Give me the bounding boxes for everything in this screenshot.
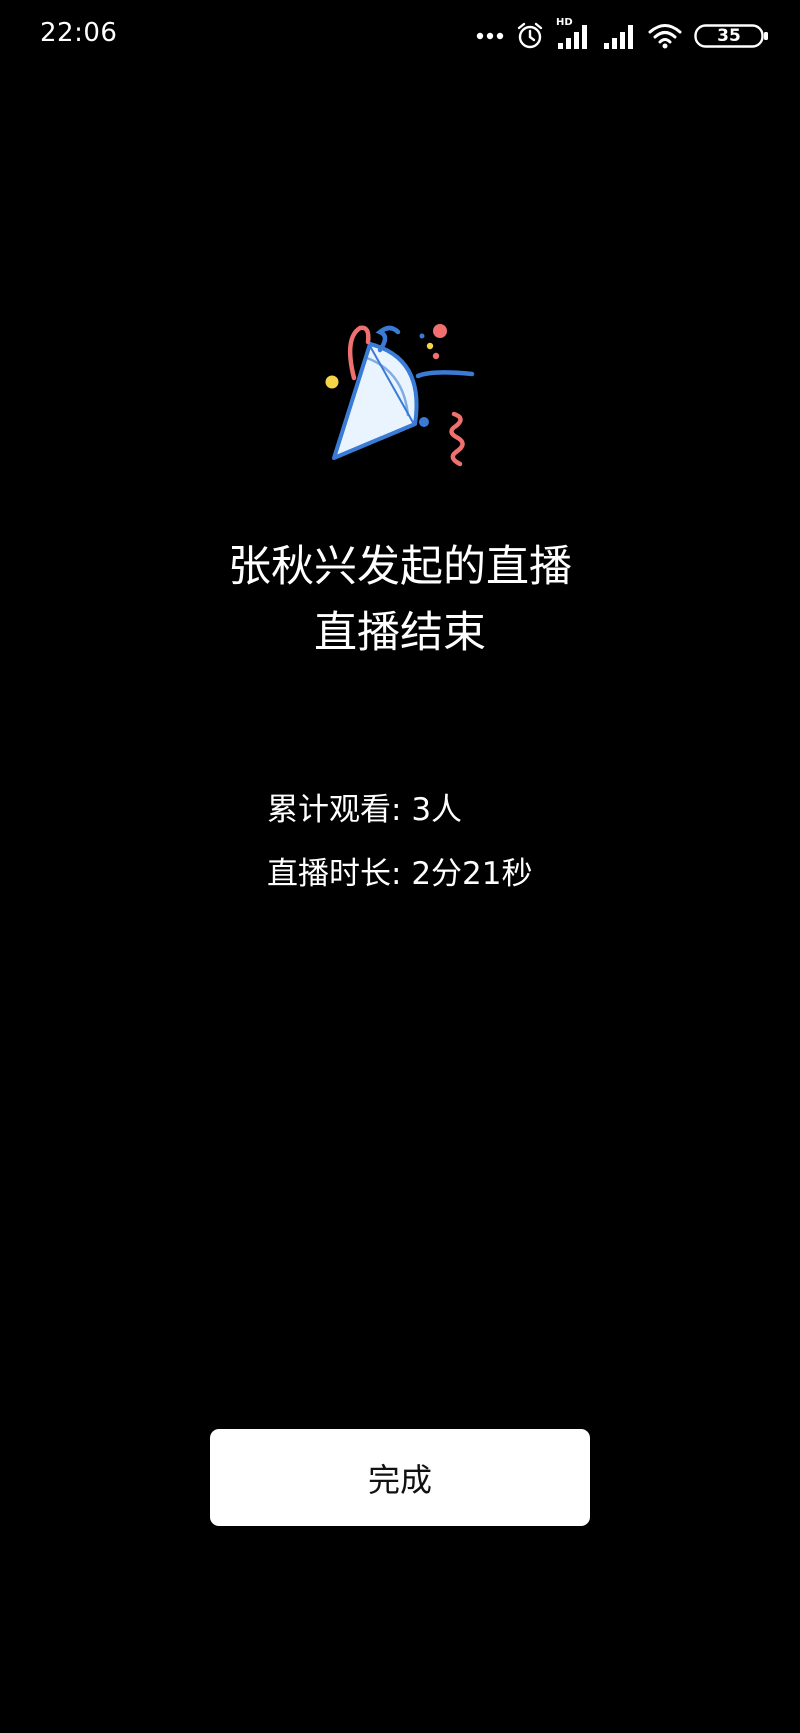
- stream-ended-heading: 直播结束: [314, 608, 486, 658]
- done-button[interactable]: 完成: [210, 1429, 590, 1526]
- battery-icon: 35: [694, 24, 770, 48]
- status-icons: HD 35: [476, 17, 770, 52]
- viewer-count-value: 3人: [411, 792, 463, 828]
- duration-label: 直播时长:: [267, 856, 412, 892]
- duration-row: 直播时长: 2分21秒: [267, 848, 532, 912]
- viewer-count-label: 累计观看:: [267, 792, 412, 828]
- live-stats: 累计观看: 3人 直播时长: 2分21秒: [267, 784, 532, 912]
- status-bar: 22:06 HD 35: [0, 0, 800, 72]
- more-dots-icon: [476, 32, 504, 40]
- alarm-clock-icon: [517, 22, 543, 49]
- stream-title: 张秋兴发起的直播: [228, 542, 572, 592]
- party-popper-icon: [325, 324, 475, 467]
- hd-signal-icon: HD: [556, 17, 590, 51]
- viewer-count-row: 累计观看: 3人: [267, 784, 532, 848]
- status-time: 22:06: [40, 18, 118, 48]
- signal-strength-icon: [604, 25, 633, 49]
- battery-level: 35: [717, 26, 741, 46]
- duration-value: 2分21秒: [411, 856, 533, 892]
- wifi-icon: [648, 24, 682, 49]
